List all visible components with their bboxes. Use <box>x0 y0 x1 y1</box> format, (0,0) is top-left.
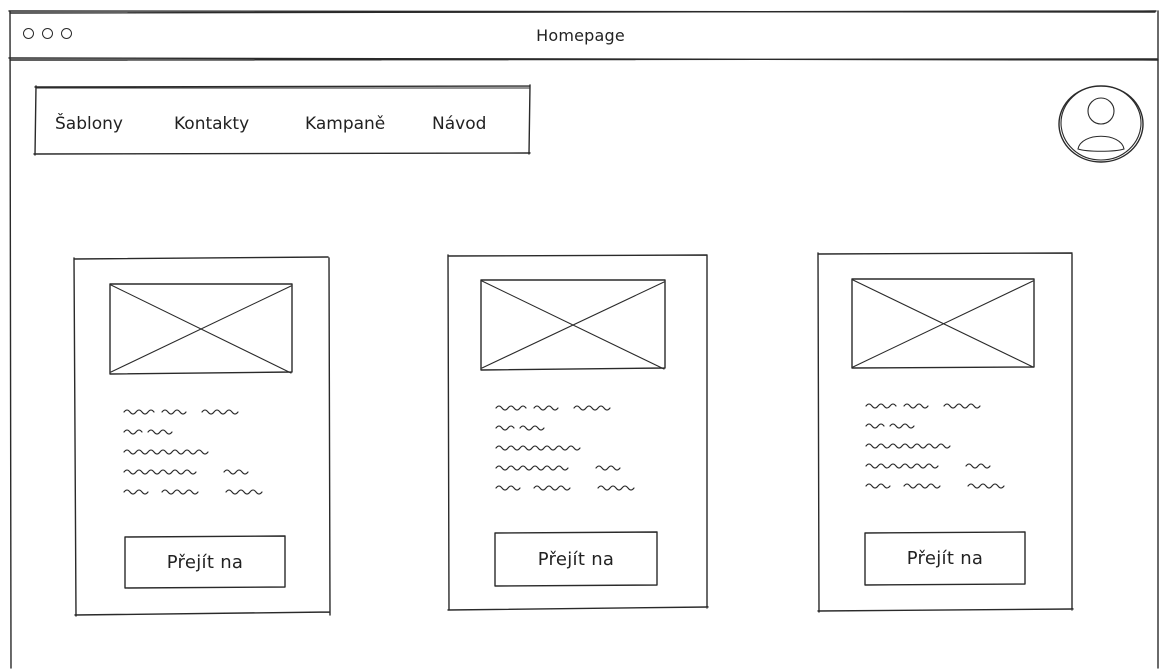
window-title: Homepage <box>536 26 625 45</box>
image-placeholder-icon <box>851 278 1035 369</box>
nav-item-navod[interactable]: Návod <box>432 114 486 134</box>
card-1-button[interactable]: Přejít na <box>123 535 287 589</box>
main-nav: Šablony Kontakty Kampaně Návod <box>33 84 531 156</box>
card-text-placeholder <box>865 403 1005 489</box>
card-2-button-label: Přejít na <box>537 548 615 570</box>
card-text-placeholder <box>123 409 263 495</box>
nav-item-kontakty[interactable]: Kontakty <box>174 114 249 134</box>
card-1-button-label: Přejít na <box>166 551 244 573</box>
card-2: Přejít na <box>446 254 709 612</box>
card-3-button[interactable]: Přejít na <box>863 531 1027 586</box>
nav-item-sablony[interactable]: Šablony <box>55 114 123 134</box>
card-text-placeholder <box>495 405 635 491</box>
image-placeholder-icon <box>109 283 293 375</box>
user-avatar[interactable] <box>1055 82 1147 164</box>
card-1: Přejít na <box>72 256 331 618</box>
card-3: Přejít na <box>816 252 1074 614</box>
user-avatar-icon <box>1058 85 1144 163</box>
card-3-button-label: Přejít na <box>906 548 984 569</box>
card-2-button[interactable]: Přejít na <box>493 531 659 587</box>
nav-item-kampane[interactable]: Kampaně <box>305 114 385 134</box>
image-placeholder-icon <box>480 279 666 371</box>
